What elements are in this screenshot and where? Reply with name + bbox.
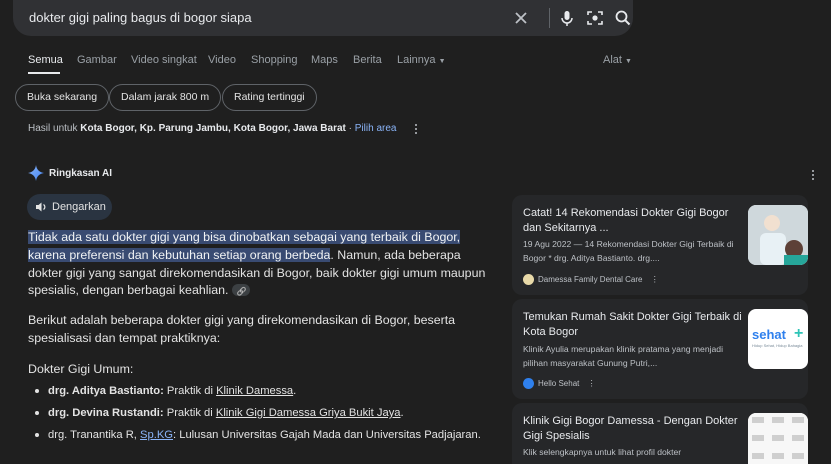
card-source[interactable]: Hello Sehat ⋮ [523, 378, 596, 389]
tab-video-singkat[interactable]: Video singkat [131, 54, 197, 66]
dentist-name: drg. Devina Rustandi: [48, 407, 164, 419]
card-thumbnail [748, 413, 808, 464]
dentist-name: drg. Aditya Bastianto: [48, 385, 164, 397]
tab-shopping[interactable]: Shopping [251, 54, 298, 66]
list-item: drg. Aditya Bastianto: Praktik di Klinik… [28, 384, 498, 398]
more-icon[interactable]: ⋮ [588, 379, 596, 388]
list-text: Praktik di [163, 385, 217, 397]
list-text: Praktik di [163, 407, 216, 419]
definition-link[interactable]: Sp.KG [140, 429, 173, 441]
plus-icon: + [794, 325, 804, 342]
search-input[interactable]: dokter gigi paling bagus di bogor siapa [29, 10, 252, 25]
search-icon[interactable] [613, 8, 633, 28]
list-item: drg. Devina Rustandi: Praktik di Klinik … [28, 406, 498, 420]
ai-overview-title: Ringkasan AI [49, 168, 112, 179]
ai-paragraph-1: Tidak ada satu dokter gigi yang bisa din… [28, 229, 488, 300]
card-snippet: Klinik Ayulia merupakan klinik pratama y… [523, 344, 723, 368]
source-card-1[interactable]: Catat! 14 Rekomendasi Dokter Gigi Bogor … [512, 195, 808, 295]
dentist-name: drg. Tranantika R, [48, 429, 141, 441]
lens-icon[interactable] [585, 8, 605, 28]
pick-area-link[interactable]: Pilih area [355, 123, 397, 134]
list-text: : Lulusan Universitas Gajah Mada dan Uni… [173, 429, 481, 441]
ai-more-icon[interactable] [811, 170, 815, 182]
tab-lainnya-label: Lainnya [397, 54, 436, 66]
damessa-favicon-icon [523, 274, 534, 285]
hellosehat-logo: sehat [752, 327, 786, 342]
card-snippet: 19 Agu 2022 — 14 Rekomendasi Dokter Gigi… [523, 239, 734, 263]
tab-lainnya[interactable]: Lainnya ▼ [397, 54, 446, 66]
listen-button[interactable]: Dengarkan [27, 194, 112, 220]
tab-alat-label: Alat [603, 54, 622, 66]
card-source-name: Damessa Family Dental Care [538, 275, 643, 284]
search-bar[interactable]: dokter gigi paling bagus di bogor siapa [13, 0, 633, 36]
more-icon[interactable]: ⋮ [651, 275, 659, 284]
chip-dalam-jarak[interactable]: Dalam jarak 800 m [109, 84, 222, 111]
location-place: Kota Bogor, Kp. Parung Jambu, Kota Bogor… [80, 123, 346, 134]
ai-paragraph-3: Dokter Gigi Umum: [28, 362, 134, 376]
tab-semua[interactable]: Semua [28, 54, 63, 66]
card-thumbnail [748, 205, 808, 265]
microphone-icon[interactable] [557, 8, 577, 28]
dentist-photo-icon [748, 205, 808, 265]
location-separator: · [348, 123, 352, 134]
tab-berita[interactable]: Berita [353, 54, 382, 66]
tab-gambar[interactable]: Gambar [77, 54, 117, 66]
card-title[interactable]: Temukan Rumah Sakit Dokter Gigi Terbaik … [523, 310, 743, 340]
tab-alat[interactable]: Alat ▼ [603, 54, 632, 66]
location-more-icon[interactable] [414, 124, 418, 136]
active-tab-indicator [28, 72, 60, 74]
card-source[interactable]: Damessa Family Dental Care ⋮ [523, 274, 659, 285]
clinic-link[interactable]: Klinik Gigi Damessa Griya Bukit Jaya [216, 407, 401, 419]
tab-video[interactable]: Video [208, 54, 236, 66]
link-icon[interactable] [232, 284, 251, 297]
hellosehat-tagline: Hidup Sehat, Hidup Bahagia [752, 343, 803, 348]
source-card-2[interactable]: Temukan Rumah Sakit Dokter Gigi Terbaik … [512, 299, 808, 399]
chevron-down-icon: ▼ [625, 58, 632, 65]
location-line: Hasil untuk Kota Bogor, Kp. Parung Jambu… [28, 123, 396, 134]
dentist-list: drg. Aditya Bastianto: Praktik di Klinik… [28, 384, 498, 450]
chip-buka-sekarang[interactable]: Buka sekarang [15, 84, 110, 111]
list-end: . [400, 407, 404, 419]
card-source-name: Hello Sehat [538, 379, 580, 388]
chip-rating-tertinggi[interactable]: Rating tertinggi [222, 84, 317, 111]
chevron-down-icon: ▼ [438, 58, 446, 65]
list-end: . [293, 385, 297, 397]
ai-paragraph-2: Berikut adalah beberapa dokter gigi yang… [28, 313, 456, 345]
source-card-3[interactable]: Klinik Gigi Bogor Damessa - Dengan Dokte… [512, 403, 808, 464]
card-snippet: Klik selengkapnya untuk lihat profil dok… [523, 447, 682, 457]
clinic-grid-icon [748, 413, 808, 464]
listen-label: Dengarkan [52, 201, 106, 213]
location-prefix: Hasil untuk [28, 123, 78, 134]
clinic-link[interactable]: Klinik Damessa [216, 385, 293, 397]
search-divider [549, 8, 550, 28]
list-item: drg. Tranantika R, Sp.KG: Lulusan Univer… [28, 428, 498, 442]
ai-sparkle-icon [28, 165, 44, 181]
card-title[interactable]: Catat! 14 Rekomendasi Dokter Gigi Bogor … [523, 206, 743, 236]
card-thumbnail: sehat Hidup Sehat, Hidup Bahagia + [748, 309, 808, 369]
card-title[interactable]: Klinik Gigi Bogor Damessa - Dengan Dokte… [523, 414, 743, 444]
tab-maps[interactable]: Maps [311, 54, 338, 66]
speaker-icon [36, 202, 46, 212]
hellosehat-favicon-icon [523, 378, 534, 389]
clear-icon[interactable] [511, 8, 531, 28]
